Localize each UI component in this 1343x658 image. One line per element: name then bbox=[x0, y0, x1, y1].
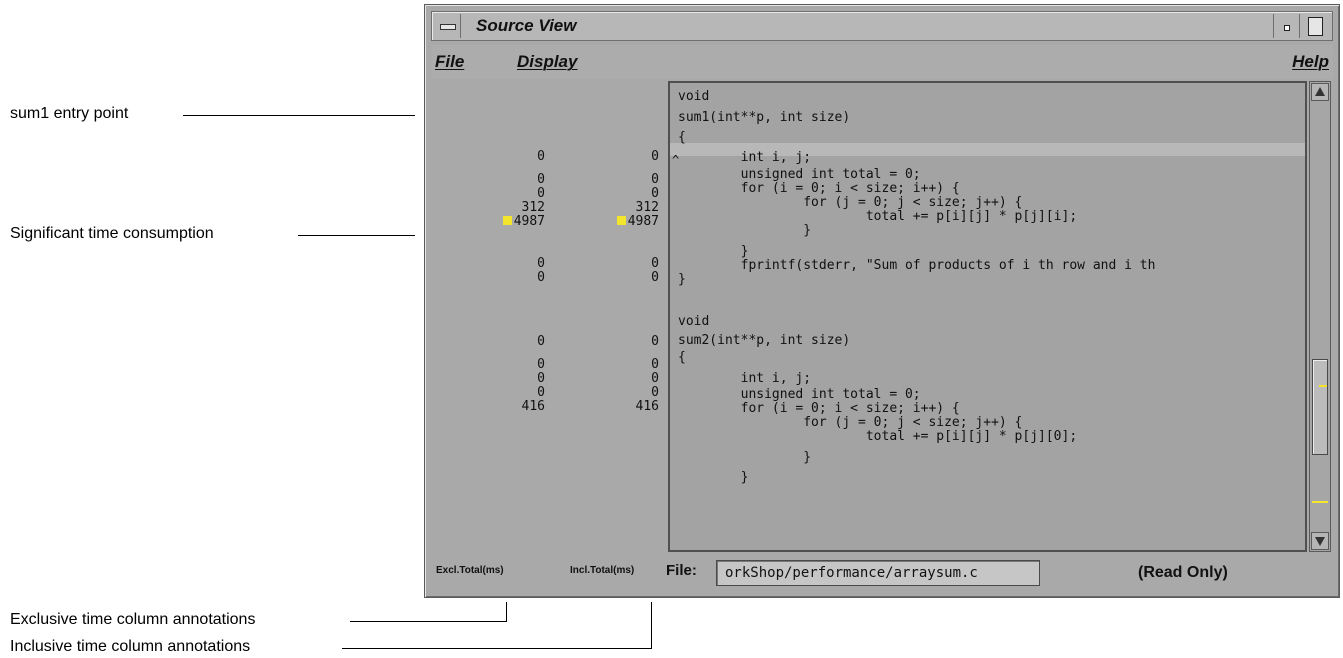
leader-line-inclusive-h bbox=[342, 648, 652, 649]
maximize-icon[interactable] bbox=[1299, 14, 1330, 38]
code-line: void bbox=[678, 89, 710, 104]
code-line: } bbox=[678, 244, 749, 259]
excl-metric: 0 bbox=[537, 256, 545, 271]
incl-metric: 0 bbox=[651, 357, 659, 372]
menu-display[interactable]: Display bbox=[517, 52, 577, 72]
code-line: void bbox=[678, 314, 710, 329]
excl-metric: 0 bbox=[537, 385, 545, 400]
code-line: fprintf(stderr, "Sum of products of i th… bbox=[678, 258, 1156, 273]
excl-metric-significant: 4987 bbox=[502, 214, 545, 229]
code-line: for (j = 0; j < size; j++) { bbox=[678, 415, 1023, 430]
code-line: total += p[i][j] * p[j][i]; bbox=[678, 209, 1078, 224]
incl-metric: 312 bbox=[635, 200, 659, 215]
leader-line-entry bbox=[183, 115, 415, 116]
incl-metric: 0 bbox=[651, 186, 659, 201]
excl-column-label: Excl.Total(ms) bbox=[436, 565, 504, 576]
leader-line-exclusive-v bbox=[506, 602, 507, 622]
file-path-value: orkShop/performance/arraysum.c bbox=[725, 565, 978, 581]
callout-entry-point: sum1 entry point bbox=[10, 105, 129, 122]
code-line: } bbox=[678, 450, 812, 465]
code-line: unsigned int total = 0; bbox=[678, 387, 921, 402]
file-path-field[interactable]: orkShop/performance/arraysum.c bbox=[716, 560, 1040, 586]
code-line: sum2(int**p, int size) bbox=[678, 333, 851, 348]
title-bar[interactable]: Source View bbox=[431, 11, 1333, 41]
window-menu-icon[interactable] bbox=[434, 14, 461, 38]
file-label: File: bbox=[666, 562, 697, 579]
code-line: unsigned int total = 0; bbox=[678, 167, 921, 182]
excl-metric: 0 bbox=[537, 334, 545, 349]
incl-metric-significant: 4987 bbox=[616, 214, 659, 229]
read-only-status: (Read Only) bbox=[1138, 564, 1228, 581]
incl-metric: 416 bbox=[635, 399, 659, 414]
incl-metric: 0 bbox=[651, 334, 659, 349]
scroll-marker-hotspot bbox=[1319, 385, 1327, 387]
excl-metric: 0 bbox=[537, 149, 545, 164]
incl-metric: 0 bbox=[651, 371, 659, 386]
excl-metric: 0 bbox=[537, 186, 545, 201]
source-code-pane[interactable]: ^ void sum1(int**p, int size) { int i, j… bbox=[668, 81, 1307, 552]
hot-spot-marker-icon bbox=[502, 216, 512, 225]
scroll-up-arrow-icon[interactable] bbox=[1311, 83, 1329, 101]
callout-time-consumption: Significant time consumption bbox=[10, 225, 214, 242]
leader-line-exclusive-h bbox=[350, 621, 507, 622]
incl-metric: 0 bbox=[651, 270, 659, 285]
code-line: for (i = 0; i < size; i++) { bbox=[678, 401, 960, 416]
code-line: } bbox=[678, 470, 749, 485]
excl-metric: 0 bbox=[537, 270, 545, 285]
code-line: } bbox=[678, 272, 686, 287]
excl-metric: 0 bbox=[537, 172, 545, 187]
scroll-marker-hotspot bbox=[1312, 501, 1328, 503]
excl-metric: 416 bbox=[521, 399, 545, 414]
minimize-icon[interactable] bbox=[1273, 14, 1298, 38]
incl-metric: 0 bbox=[651, 172, 659, 187]
code-line: int i, j; bbox=[678, 371, 812, 386]
incl-metric: 0 bbox=[651, 385, 659, 400]
code-line: for (j = 0; j < size; j++) { bbox=[678, 195, 1023, 210]
incl-column-label: Incl.Total(ms) bbox=[570, 565, 635, 576]
code-line: { bbox=[678, 350, 686, 365]
leader-line-time bbox=[298, 235, 415, 236]
scroll-down-arrow-icon[interactable] bbox=[1311, 532, 1329, 550]
callout-inclusive-column: Inclusive time column annotations bbox=[10, 638, 251, 655]
menu-help[interactable]: Help bbox=[1292, 52, 1329, 72]
code-line: sum1(int**p, int size) bbox=[678, 110, 851, 125]
excl-metric: 0 bbox=[537, 357, 545, 372]
incl-metric: 0 bbox=[651, 149, 659, 164]
code-line: int i, j; bbox=[678, 150, 812, 165]
vertical-scrollbar[interactable] bbox=[1309, 81, 1331, 552]
code-line: } bbox=[678, 223, 812, 238]
callout-exclusive-column: Exclusive time column annotations bbox=[10, 611, 256, 628]
leader-line-inclusive-v bbox=[651, 602, 652, 649]
excl-metric: 0 bbox=[537, 371, 545, 386]
menu-bar: File Display Help bbox=[431, 45, 1333, 79]
scrollbar-thumb[interactable] bbox=[1312, 359, 1328, 455]
code-line: { bbox=[678, 130, 686, 145]
hot-spot-marker-icon bbox=[616, 216, 626, 225]
code-line: total += p[i][j] * p[j][0]; bbox=[678, 429, 1078, 444]
excl-metric: 312 bbox=[521, 200, 545, 215]
window-title: Source View bbox=[476, 16, 577, 35]
incl-metric: 0 bbox=[651, 256, 659, 271]
menu-file[interactable]: File bbox=[435, 52, 464, 72]
code-line: for (i = 0; i < size; i++) { bbox=[678, 181, 960, 196]
